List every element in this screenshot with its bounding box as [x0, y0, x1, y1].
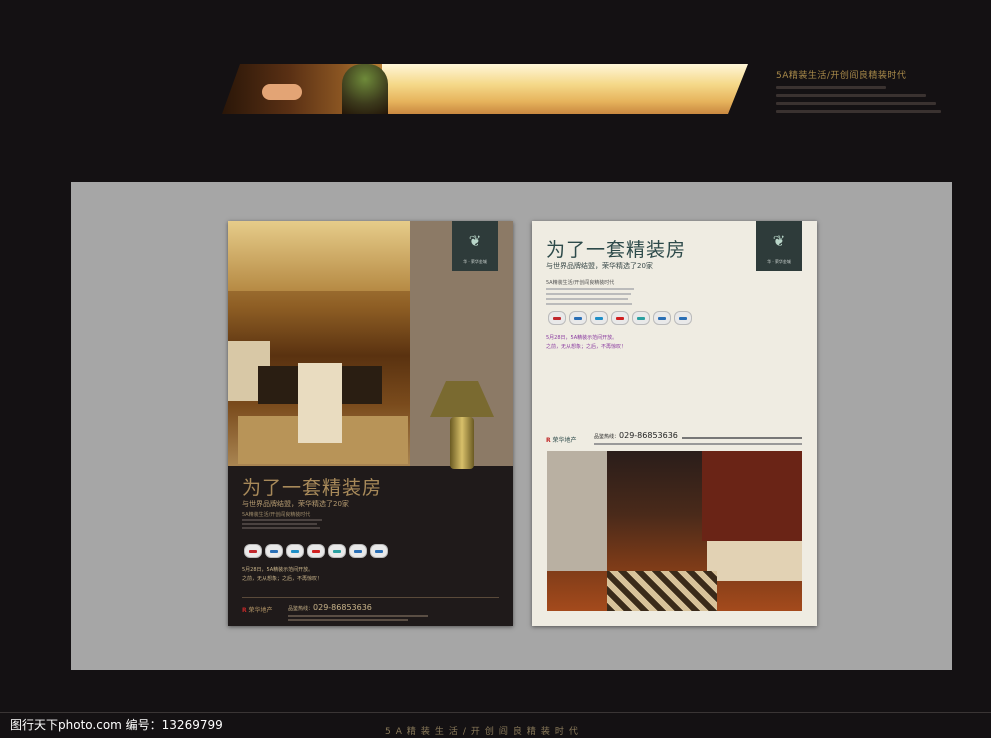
promo-line-2: 之前，无从想象；之后，不再惊叹！ — [242, 576, 323, 582]
fineprint-line — [242, 519, 322, 521]
banner-fineprint — [776, 86, 886, 89]
lamp-base-icon — [450, 417, 474, 469]
brand-mark — [375, 549, 383, 553]
watermark: 图行天下photo.com 编号：13269799 — [10, 718, 223, 732]
brand-mark — [270, 549, 278, 553]
banner-fineprint — [776, 94, 926, 97]
brand-logo-icon — [653, 311, 671, 325]
brand-mark — [574, 316, 582, 320]
divider — [242, 597, 499, 598]
hotline-number: 029-86853636 — [619, 431, 678, 440]
poster-tagline: 5A精装生活/开创阎良精装时代 — [546, 280, 615, 286]
developer-logo: R 荣华地产 — [546, 435, 577, 444]
room-rug — [607, 571, 717, 611]
fineprint-line — [288, 615, 428, 617]
banner-fineprint — [776, 110, 941, 113]
hotline: 品鉴热线：029-86853636 — [594, 431, 678, 440]
brand-mark — [312, 549, 320, 553]
fineprint-line — [546, 293, 631, 295]
poster-tagline: 5A精装生活/开创阎良精装时代 — [242, 512, 311, 518]
room-table-runner — [298, 363, 342, 443]
hotline: 品鉴热线：029-86853636 — [288, 603, 372, 612]
brand-logo-icon — [349, 544, 367, 558]
brand-mark — [679, 316, 687, 320]
developer-name: 荣华地产 — [552, 437, 577, 444]
hotline-label: 品鉴热线： — [594, 434, 620, 440]
room-sofa — [707, 541, 802, 581]
brand-logo-icon — [370, 544, 388, 558]
brand-partner-logos — [244, 544, 391, 558]
developer-logo-icon: R — [546, 437, 551, 444]
promo-line-1: 5月28日，5A精装示范间开放。 — [242, 567, 314, 573]
bird-logo-icon: ❦ — [468, 232, 482, 250]
fineprint-line — [242, 527, 320, 529]
developer-logo-icon: R — [242, 607, 247, 614]
brand-mark — [616, 316, 624, 320]
brand-mark — [658, 316, 666, 320]
developer-logo: R 荣华地产 — [242, 605, 273, 614]
brand-logo-icon — [632, 311, 650, 325]
banner-hand-image — [262, 84, 302, 100]
poster-headline: 为了一套精装房 — [242, 477, 383, 499]
brand-logo-icon — [674, 311, 692, 325]
room-kitchen — [547, 451, 607, 571]
brand-logo-icon — [590, 311, 608, 325]
fineprint-line — [242, 523, 317, 525]
brand-partner-logos — [548, 311, 695, 325]
banner-slogan-block: 5A精装生活/开创阎良精装时代 — [776, 68, 966, 113]
banner-fineprint — [776, 102, 936, 105]
brand-logo-icon — [328, 544, 346, 558]
fineprint-line — [546, 298, 628, 300]
brand-mark — [553, 316, 561, 320]
poster-light: ❦ 华 · 荣华金城 为了一套精装房 与世界品牌结盟，荣华精选了20家 5A精装… — [532, 221, 817, 626]
footer-slogan: 5A精装生活/开创阎良精装时代 — [385, 727, 583, 737]
brand-logo-icon — [307, 544, 325, 558]
brand-logo: ❦ 华 · 荣华金城 — [756, 221, 802, 271]
poster-dark: ❦ 华 · 荣华金城 为了一套精装房 与世界品牌结盟，荣华精选了20家 5A精装… — [228, 221, 513, 626]
developer-name: 荣华地产 — [248, 607, 273, 614]
fineprint-line — [546, 303, 632, 305]
fineprint-line — [682, 437, 802, 439]
fineprint-line — [594, 443, 802, 445]
top-banner — [222, 64, 748, 114]
logo-text: 华 · 荣华金城 — [463, 259, 487, 264]
footer-divider — [0, 712, 991, 713]
promo-line-2: 之前，无从想象；之后，不再惊叹！ — [546, 344, 627, 350]
hotline-label: 品鉴热线： — [288, 606, 314, 612]
brand-mark — [291, 549, 299, 553]
fineprint-line — [546, 288, 634, 290]
banner-slogan: 5A精装生活/开创阎良精装时代 — [776, 71, 907, 81]
logo-text: 华 · 荣华金城 — [767, 259, 791, 264]
brand-mark — [333, 549, 341, 553]
promo-line-1: 5月28日，5A精装示范间开放。 — [546, 335, 618, 341]
brand-logo-icon — [265, 544, 283, 558]
brand-logo-icon — [244, 544, 262, 558]
poster-headline: 为了一套精装房 — [546, 239, 687, 261]
bird-logo-icon: ❦ — [772, 232, 786, 250]
room-wood-wall — [702, 451, 802, 541]
brand-logo-icon — [548, 311, 566, 325]
room-ceiling — [228, 221, 410, 291]
brand-logo-icon — [611, 311, 629, 325]
poster-subheadline: 与世界品牌结盟，荣华精选了20家 — [242, 500, 349, 508]
brand-logo-icon — [286, 544, 304, 558]
fineprint-line — [288, 619, 408, 621]
brand-logo-icon — [569, 311, 587, 325]
brand-mark — [249, 549, 257, 553]
brand-mark — [354, 549, 362, 553]
brand-mark — [637, 316, 645, 320]
banner-gradient — [382, 64, 748, 114]
brand-logo: ❦ 华 · 荣华金城 — [452, 221, 498, 271]
poster-subheadline: 与世界品牌结盟，荣华精选了20家 — [546, 262, 653, 270]
hotline-number: 029-86853636 — [313, 603, 372, 612]
brand-mark — [595, 316, 603, 320]
dining-room-photo — [228, 221, 410, 466]
living-room-photo — [547, 451, 802, 611]
banner-figure-image — [342, 64, 388, 114]
